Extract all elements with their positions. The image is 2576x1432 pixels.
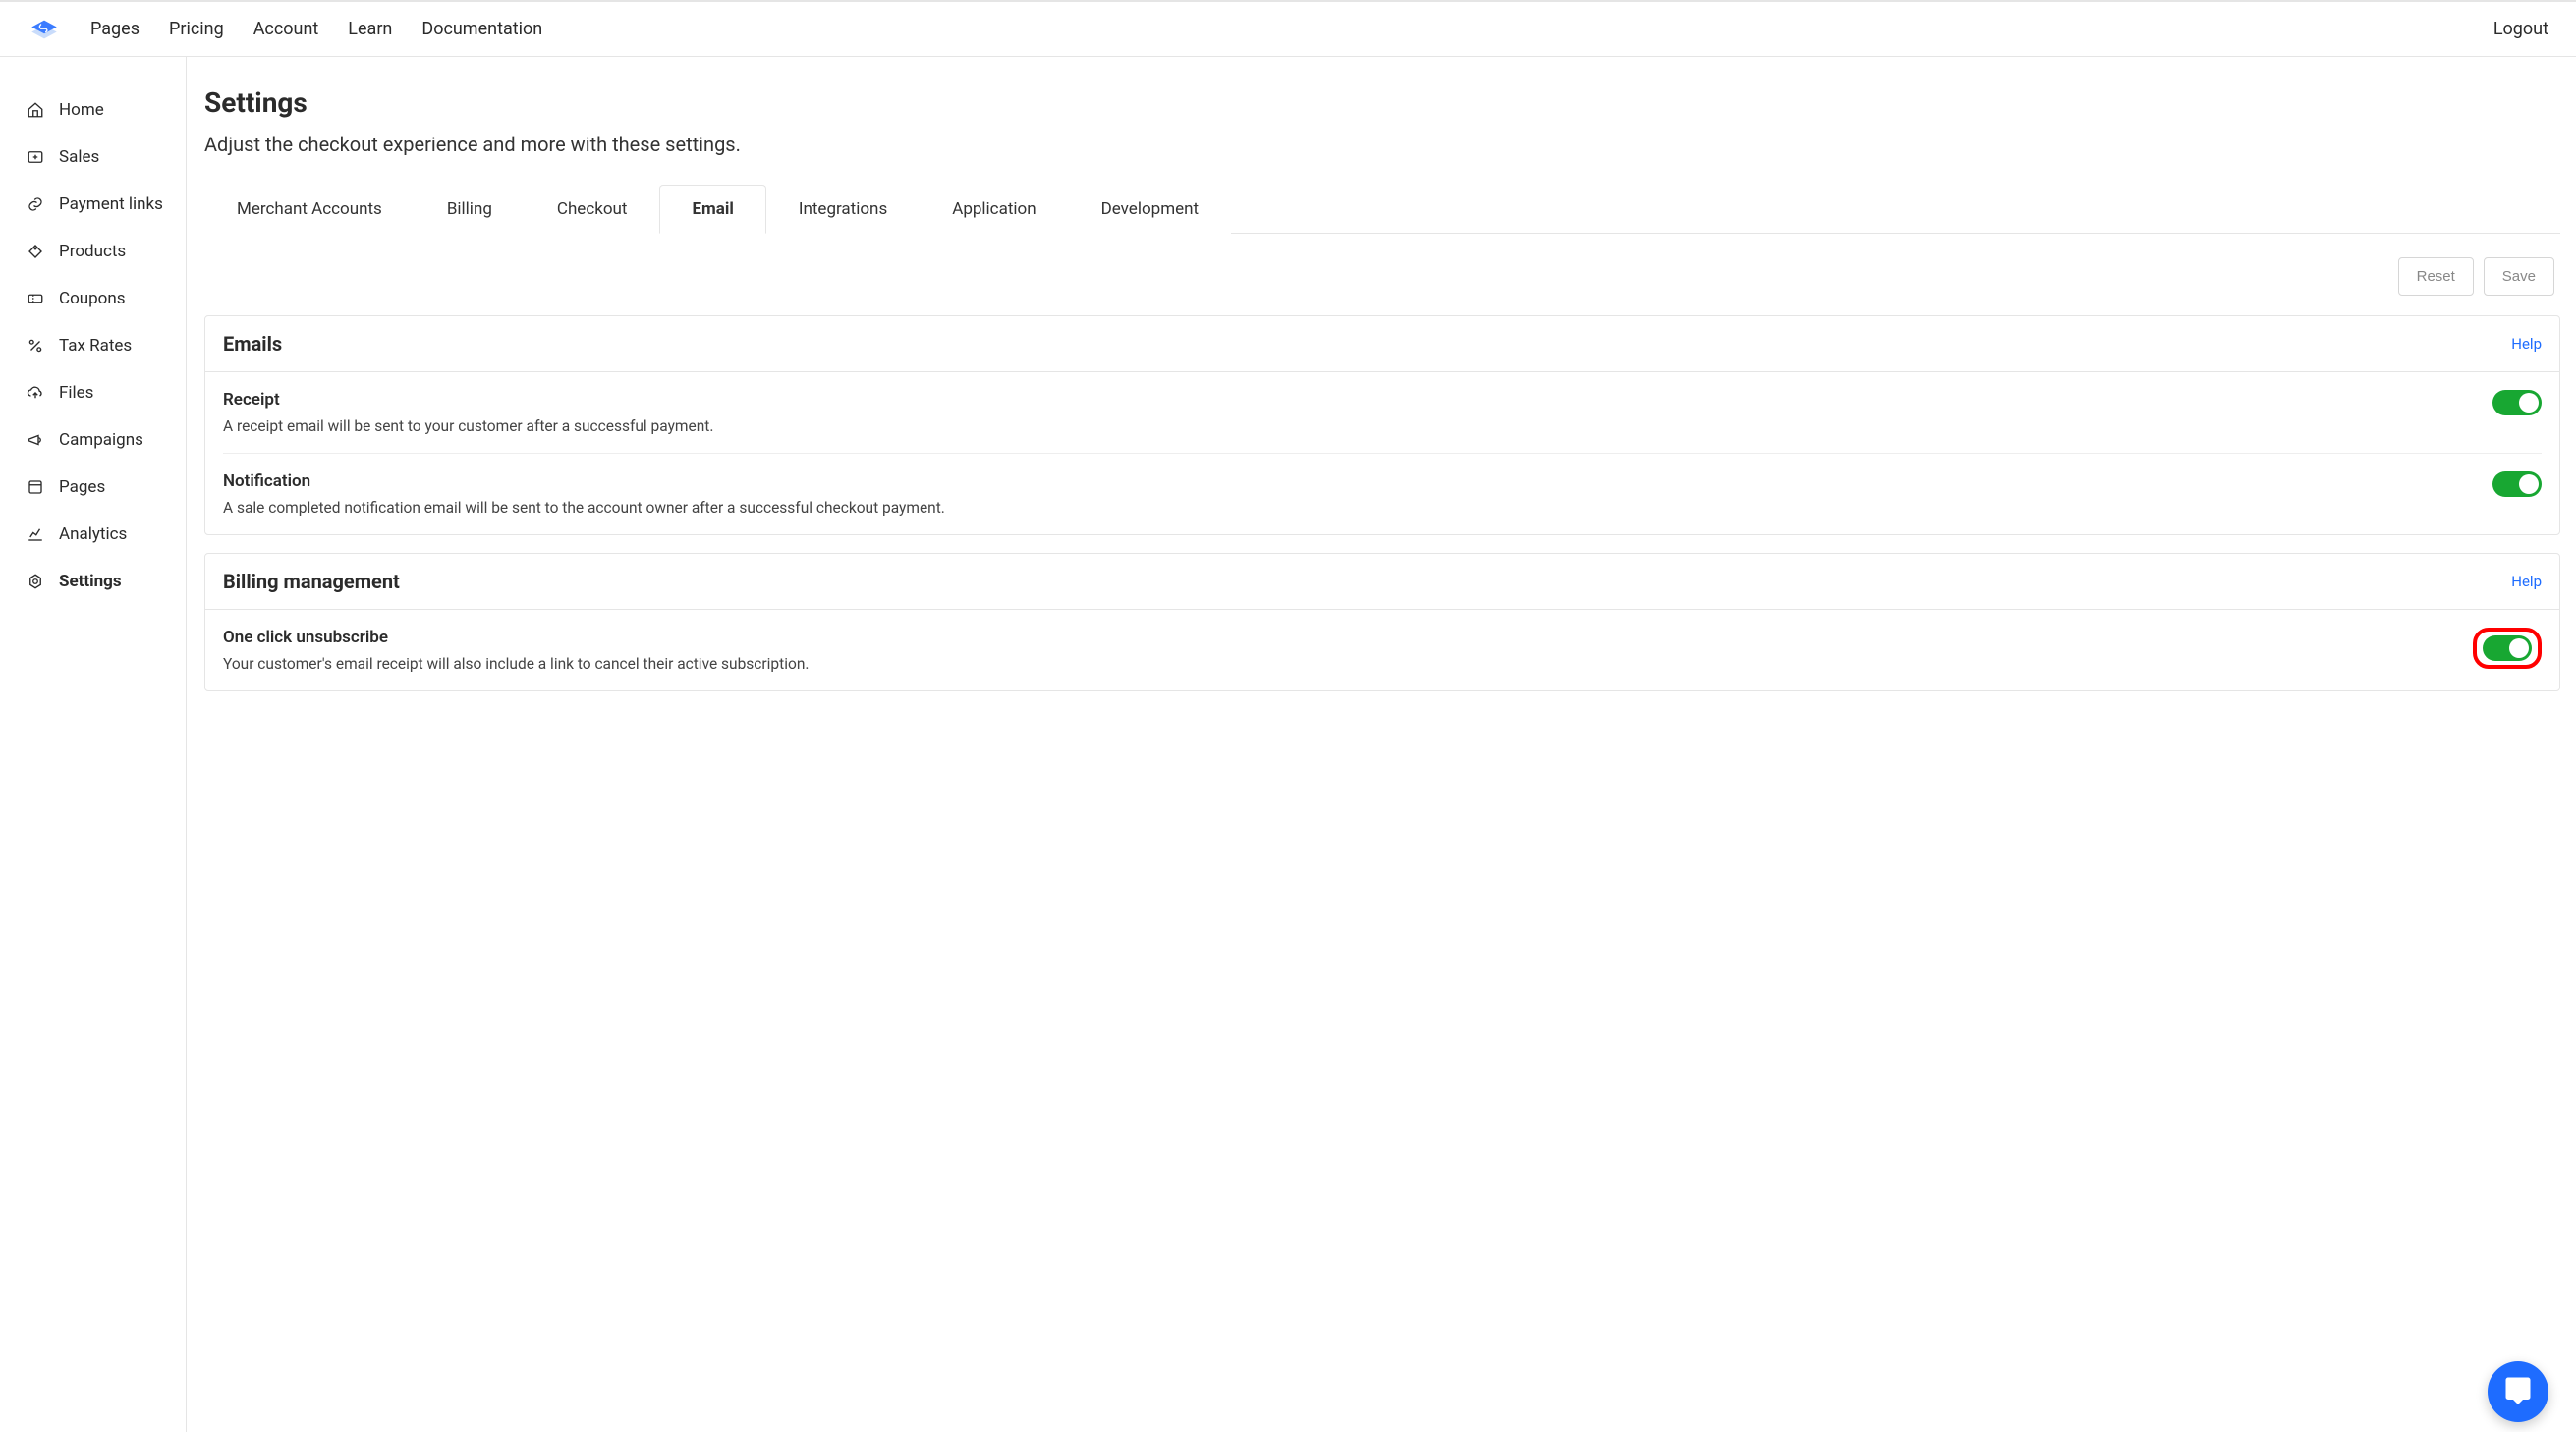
page-icon: [26, 477, 45, 497]
receipt-toggle-wrap: [2492, 390, 2542, 415]
sidebar-item-label: Tax Rates: [59, 336, 132, 356]
sidebar-item-label: Campaigns: [59, 430, 143, 450]
logout-link[interactable]: Logout: [2493, 19, 2548, 39]
page-title: Settings: [204, 86, 2560, 119]
sidebar-item-label: Products: [59, 242, 126, 261]
sidebar-item-coupons[interactable]: Coupons: [0, 275, 186, 322]
sidebar-item-home[interactable]: Home: [0, 86, 186, 134]
sidebar-item-label: Coupons: [59, 289, 126, 308]
one-click-unsubscribe-toggle[interactable]: [2483, 635, 2532, 661]
one-click-unsubscribe-title: One click unsubscribe: [223, 628, 2449, 647]
sidebar-item-label: Settings: [59, 572, 122, 591]
notification-title: Notification: [223, 471, 2469, 491]
chart-icon: [26, 524, 45, 544]
receipt-row: Receipt A receipt email will be sent to …: [205, 372, 2559, 453]
emails-panel-title: Emails: [223, 332, 282, 356]
billing-panel: Billing management Help One click unsubs…: [204, 553, 2560, 691]
nav-pages[interactable]: Pages: [90, 19, 140, 39]
settings-icon: [26, 572, 45, 591]
receipt-title: Receipt: [223, 390, 2469, 410]
sidebar-item-sales[interactable]: Sales: [0, 134, 186, 181]
notification-row-text: Notification A sale completed notificati…: [223, 471, 2492, 517]
sidebar-item-payment-links[interactable]: Payment links: [0, 181, 186, 228]
megaphone-icon: [26, 430, 45, 450]
emails-panel: Emails Help Receipt A receipt email will…: [204, 315, 2560, 535]
percent-icon: [26, 336, 45, 356]
notification-desc: A sale completed notification email will…: [223, 499, 2469, 517]
logo-icon[interactable]: [28, 13, 61, 46]
cloud-icon: [26, 383, 45, 403]
tab-merchant-accounts[interactable]: Merchant Accounts: [204, 185, 415, 234]
actions-row: Reset Save: [204, 257, 2560, 296]
sidebar-item-label: Analytics: [59, 524, 127, 544]
main-layout: Home Sales Payment links Products Coupon…: [0, 57, 2576, 1432]
one-click-unsubscribe-text: One click unsubscribe Your customer's em…: [223, 628, 2473, 673]
nav-pricing[interactable]: Pricing: [169, 19, 224, 39]
nav-learn[interactable]: Learn: [348, 19, 392, 39]
sidebar-item-label: Payment links: [59, 194, 163, 214]
notification-toggle-wrap: [2492, 471, 2542, 497]
chat-fab[interactable]: [2488, 1361, 2548, 1422]
sidebar-item-files[interactable]: Files: [0, 369, 186, 416]
sidebar-item-label: Sales: [59, 147, 99, 167]
sidebar-item-analytics[interactable]: Analytics: [0, 511, 186, 558]
save-button[interactable]: Save: [2484, 257, 2554, 296]
one-click-unsubscribe-highlight: [2473, 628, 2542, 669]
sidebar: Home Sales Payment links Products Coupon…: [0, 57, 187, 1432]
tab-checkout[interactable]: Checkout: [525, 185, 660, 234]
sidebar-item-label: Pages: [59, 477, 105, 497]
receipt-toggle[interactable]: [2492, 390, 2542, 415]
settings-tabs: Merchant Accounts Billing Checkout Email…: [204, 184, 2560, 234]
one-click-unsubscribe-desc: Your customer's email receipt will also …: [223, 655, 2449, 673]
notification-row: Notification A sale completed notificati…: [223, 453, 2542, 534]
receipt-desc: A receipt email will be sent to your cus…: [223, 417, 2469, 435]
one-click-unsubscribe-row: One click unsubscribe Your customer's em…: [205, 610, 2559, 690]
reset-button[interactable]: Reset: [2398, 257, 2474, 296]
main-content: Settings Adjust the checkout experience …: [187, 57, 2576, 1432]
billing-panel-header: Billing management Help: [205, 554, 2559, 610]
sales-icon: [26, 147, 45, 167]
link-icon: [26, 194, 45, 214]
sidebar-item-label: Home: [59, 100, 104, 120]
tab-development[interactable]: Development: [1069, 185, 1231, 234]
nav-documentation[interactable]: Documentation: [421, 19, 542, 39]
top-navbar: Pages Pricing Account Learn Documentatio…: [0, 0, 2576, 57]
coupon-icon: [26, 289, 45, 308]
emails-panel-header: Emails Help: [205, 316, 2559, 372]
tag-icon: [26, 242, 45, 261]
page-description: Adjust the checkout experience and more …: [204, 133, 2560, 156]
tab-application[interactable]: Application: [920, 185, 1068, 234]
tab-billing[interactable]: Billing: [415, 185, 525, 234]
sidebar-item-campaigns[interactable]: Campaigns: [0, 416, 186, 464]
topbar-left: Pages Pricing Account Learn Documentatio…: [28, 13, 542, 46]
notification-toggle[interactable]: [2492, 471, 2542, 497]
sidebar-item-products[interactable]: Products: [0, 228, 186, 275]
nav-account[interactable]: Account: [253, 19, 319, 39]
sidebar-item-settings[interactable]: Settings: [0, 558, 186, 605]
billing-panel-title: Billing management: [223, 570, 400, 593]
billing-help-link[interactable]: Help: [2511, 573, 2542, 590]
emails-help-link[interactable]: Help: [2511, 335, 2542, 353]
sidebar-item-pages[interactable]: Pages: [0, 464, 186, 511]
sidebar-item-tax-rates[interactable]: Tax Rates: [0, 322, 186, 369]
receipt-row-text: Receipt A receipt email will be sent to …: [223, 390, 2492, 435]
sidebar-item-label: Files: [59, 383, 93, 403]
tab-integrations[interactable]: Integrations: [766, 185, 920, 234]
home-icon: [26, 100, 45, 120]
chat-icon: [2503, 1375, 2533, 1408]
tab-email[interactable]: Email: [659, 185, 765, 234]
